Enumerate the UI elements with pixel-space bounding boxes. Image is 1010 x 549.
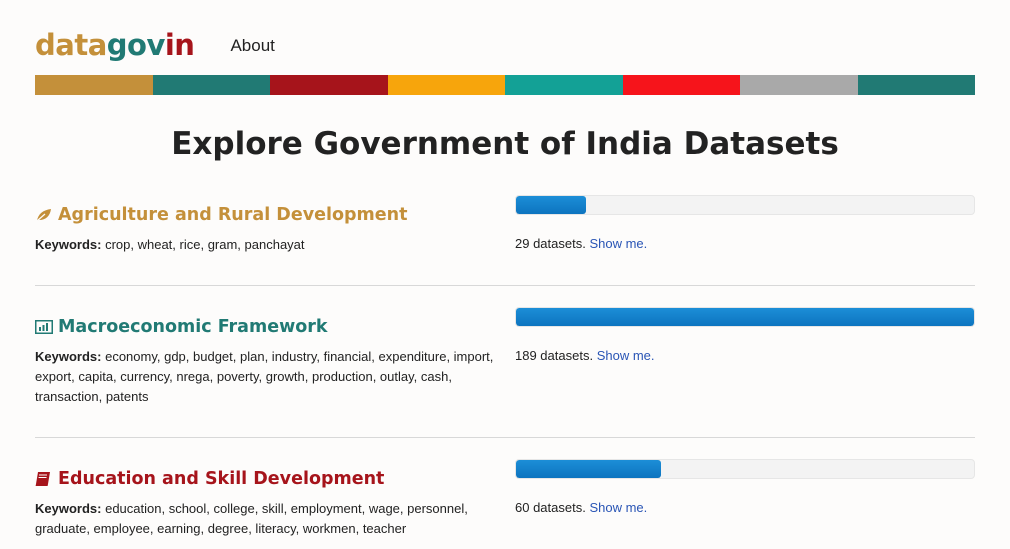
keywords-text: crop, wheat, rice, gram, panchayat xyxy=(105,237,305,252)
color-stripe xyxy=(35,75,975,95)
keywords-label: Keywords: xyxy=(35,237,102,252)
show-me-link[interactable]: Show me. xyxy=(597,348,655,363)
category-keywords: Keywords: economy, gdp, budget, plan, in… xyxy=(35,347,495,407)
site-header: datagovin About xyxy=(35,28,275,64)
book-icon xyxy=(35,471,53,487)
stripe-segment xyxy=(857,75,975,95)
dataset-count-text: 29 datasets. xyxy=(515,236,586,251)
section-divider xyxy=(35,285,975,286)
stripe-segment xyxy=(387,75,505,95)
stripe-segment xyxy=(505,75,623,95)
category-title[interactable]: Education and Skill Development xyxy=(35,469,384,489)
dataset-count-text: 189 datasets. xyxy=(515,348,594,363)
dataset-count: 189 datasets. Show me. xyxy=(515,348,655,363)
section-divider xyxy=(35,437,975,438)
show-me-link[interactable]: Show me. xyxy=(589,500,647,515)
show-me-link[interactable]: Show me. xyxy=(589,236,647,251)
dataset-count: 29 datasets. Show me. xyxy=(515,236,647,251)
dataset-progress-bar xyxy=(515,459,975,479)
stripe-segment xyxy=(270,75,388,95)
keywords-label: Keywords: xyxy=(35,349,102,364)
logo-part-in: in xyxy=(164,28,195,62)
category-title[interactable]: Agriculture and Rural Development xyxy=(35,205,407,225)
dataset-progress-bar xyxy=(515,307,975,327)
category-macroeconomic: Macroeconomic Framework Keywords: econom… xyxy=(35,307,975,427)
stripe-segment xyxy=(35,75,153,95)
category-title[interactable]: Macroeconomic Framework xyxy=(35,317,328,337)
progress-fill xyxy=(516,308,974,326)
bar-chart-icon xyxy=(35,319,53,335)
leaf-icon xyxy=(35,207,53,223)
category-agriculture: Agriculture and Rural Development Keywor… xyxy=(35,195,975,275)
stripe-segment xyxy=(740,75,858,95)
keywords-text: economy, gdp, budget, plan, industry, fi… xyxy=(35,349,494,404)
logo-part-data: data xyxy=(35,28,107,62)
dataset-count: 60 datasets. Show me. xyxy=(515,500,647,515)
logo-part-gov: gov xyxy=(106,28,166,62)
progress-fill xyxy=(516,196,587,214)
category-keywords: Keywords: education, school, college, sk… xyxy=(35,499,495,539)
dataset-progress-bar xyxy=(515,195,975,215)
stripe-segment xyxy=(152,75,270,95)
dataset-count-text: 60 datasets. xyxy=(515,500,586,515)
site-logo[interactable]: datagovin xyxy=(35,28,195,62)
nav-about-link[interactable]: About xyxy=(230,36,274,56)
category-title-text: Macroeconomic Framework xyxy=(58,317,328,337)
keywords-label: Keywords: xyxy=(35,501,102,516)
page-title: Explore Government of India Datasets xyxy=(171,126,839,162)
category-title-text: Agriculture and Rural Development xyxy=(58,205,408,225)
category-keywords: Keywords: crop, wheat, rice, gram, panch… xyxy=(35,235,495,255)
category-education: Education and Skill Development Keywords… xyxy=(35,459,975,549)
progress-fill xyxy=(516,460,662,478)
stripe-segment xyxy=(622,75,740,95)
category-title-text: Education and Skill Development xyxy=(58,469,385,489)
